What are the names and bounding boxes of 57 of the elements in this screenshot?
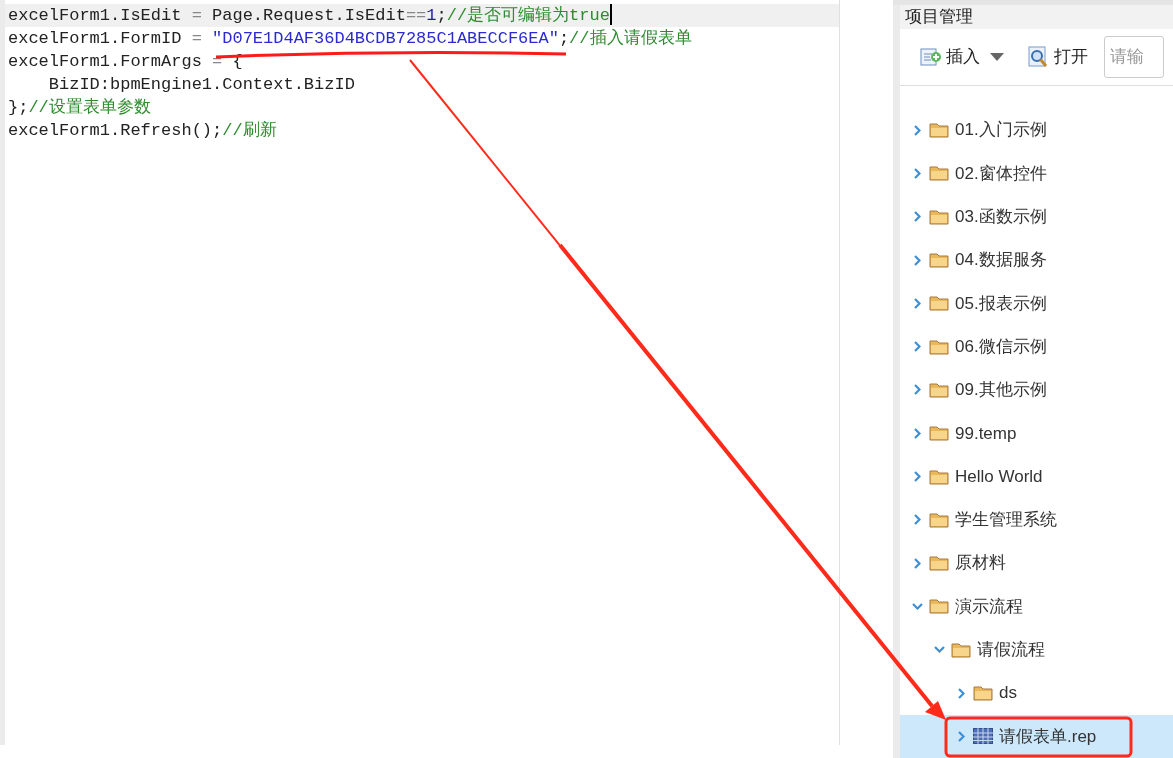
panel-title: 项目管理 [905,7,973,26]
folder-icon [929,381,949,398]
tree-item[interactable]: 02.窗体控件 [900,151,1173,196]
code-comment: //是否可编辑为true [446,5,610,27]
tree-item[interactable]: 09.其他示例 [900,368,1173,412]
folder-icon [929,425,949,442]
folder-icon [929,208,949,225]
tree-item[interactable]: 05.报表示例 [900,281,1173,326]
folder-icon [929,511,949,528]
tree-item[interactable]: 原材料 [900,541,1173,585]
tree-item[interactable]: ds [900,671,1173,715]
folder-icon [973,685,993,702]
code-text: Page.Request.IsEdit [211,5,406,27]
code-text: == [405,5,427,27]
add-document-icon [920,46,942,67]
tree-item[interactable]: 学生管理系统 [900,498,1173,542]
code-text: ; [558,28,570,50]
code-text: 1 [426,5,437,27]
insert-button[interactable]: 插入 [920,44,1004,70]
tree-item[interactable]: 03.函数示例 [900,195,1173,239]
code-comment: //插入请假表单 [569,28,692,50]
folder-icon [929,122,949,139]
code-text: excelForm1.Refresh(); [8,120,223,142]
magnifier-icon [1028,45,1048,68]
splitter-bar[interactable] [893,5,900,758]
tree-item[interactable]: 99.temp [900,411,1173,455]
tree-item[interactable]: 06.微信示例 [900,325,1173,369]
code-text: excelForm1.IsEdit [8,5,183,27]
folder-icon [929,252,949,269]
folder-icon [929,338,949,355]
code-text: BizID:bpmEngine1.Context.BizID [47,74,355,96]
tree-item[interactable]: Hello World [900,454,1173,499]
code-text: }; [8,97,29,119]
code-text: excelForm1.FormID [8,28,183,50]
folder-icon [929,165,949,182]
code-text: ; [436,5,447,27]
tree-item[interactable]: 01.入门示例 [900,108,1173,152]
tree-item[interactable]: 请假流程 [900,628,1173,672]
tree-item[interactable]: 演示流程 [900,584,1173,629]
code-text: "D07E1D4AF36D4BCDB7285C1ABECCF6EA" [212,28,559,50]
folder-icon [929,468,949,485]
code-text: = [191,28,203,50]
tree-item[interactable]: 请假表单.rep [900,714,1173,758]
code-comment: //刷新 [222,120,277,142]
code-comment: //设置表单参数 [28,97,151,119]
folder-icon [951,641,971,658]
folder-icon [929,555,949,572]
text-cursor [609,4,612,25]
tree-item[interactable]: 04.数据服务 [900,238,1173,282]
code-text: = [191,5,202,27]
code-text: excelForm1.FormArgs [8,51,203,73]
folder-icon [929,295,949,312]
table-icon [973,728,993,745]
caret-icon [990,52,1004,61]
search-field[interactable]: 请输 [1104,35,1164,78]
open-button[interactable]: 打开 [1028,44,1088,70]
folder-icon [929,598,949,615]
